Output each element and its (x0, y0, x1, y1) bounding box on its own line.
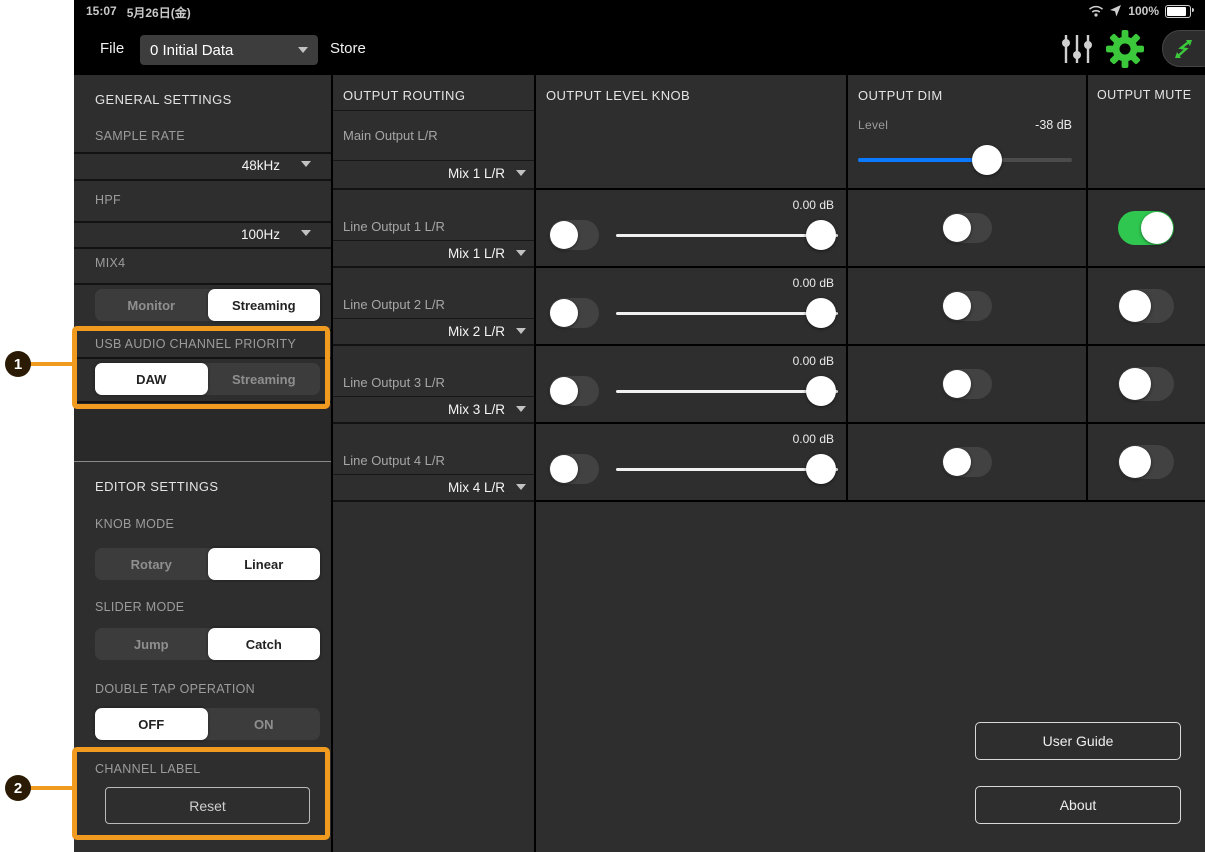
faders-icon[interactable] (1060, 33, 1094, 65)
route-label-main: Main Output L/R (343, 128, 438, 143)
output-routing-title: OUTPUT ROUTING (343, 88, 465, 103)
knob-mode-label: KNOB MODE (95, 517, 174, 531)
level-value-2: 0.00 dB (636, 276, 834, 290)
editor-settings-title: EDITOR SETTINGS (95, 479, 219, 494)
status-bar: 15:07 5月26日(金) 100% (74, 0, 1205, 22)
sidebar-section-gap (74, 402, 331, 461)
mix4-option-monitor[interactable]: Monitor (95, 289, 208, 321)
dim-level-value: -38 dB (858, 118, 1072, 132)
chevron-down-icon[interactable] (301, 230, 311, 236)
mute-toggle-3[interactable] (1118, 367, 1174, 401)
level-value-4: 0.00 dB (636, 432, 834, 446)
slider-mode-segmented: Jump Catch (95, 628, 320, 660)
dim-level-slider-fill (858, 158, 986, 162)
double-tap-option-on[interactable]: ON (208, 708, 321, 740)
route-label-line3: Line Output 3 L/R (343, 375, 445, 390)
output-level-title: OUTPUT LEVEL KNOB (546, 88, 690, 103)
level-knob-toggle-1[interactable] (549, 220, 599, 250)
dim-toggle-2[interactable] (942, 291, 992, 321)
chevron-down-icon[interactable] (516, 328, 526, 334)
annotation-box-channel-label (72, 747, 330, 840)
double-tap-segmented: OFF ON (95, 708, 320, 740)
mute-toggle-2[interactable] (1118, 289, 1174, 323)
annotation-marker-2: 2 (5, 775, 31, 801)
user-guide-button[interactable]: User Guide (975, 722, 1181, 760)
battery-icon (1165, 5, 1191, 18)
dim-toggle-3[interactable] (942, 369, 992, 399)
hpf-dropdown[interactable]: 100Hz (74, 227, 280, 242)
route-label-line4: Line Output 4 L/R (343, 453, 445, 468)
level-slider-thumb-4[interactable] (806, 454, 836, 484)
toolbar: File 0 Initial Data Store (74, 22, 1205, 75)
dim-level-slider-thumb[interactable] (972, 145, 1002, 175)
store-button[interactable]: Store (330, 22, 366, 75)
screenshot-root: 15:07 5月26日(金) 100% File 0 Initial Data … (0, 0, 1205, 852)
level-knob-toggle-2[interactable] (549, 298, 599, 328)
mix4-segmented: Monitor Streaming (95, 289, 320, 321)
section-divider (74, 461, 331, 462)
route-dropdown-line1[interactable]: Mix 1 L/R (343, 246, 505, 261)
level-value-3: 0.00 dB (636, 354, 834, 368)
knob-mode-option-rotary[interactable]: Rotary (95, 548, 208, 580)
route-label-line2: Line Output 2 L/R (343, 297, 445, 312)
chevron-down-icon[interactable] (516, 250, 526, 256)
level-value-1: 0.00 dB (636, 198, 834, 212)
dim-toggle-1[interactable] (942, 213, 992, 243)
annotation-line-1 (28, 362, 74, 366)
about-button[interactable]: About (975, 786, 1181, 824)
chevron-down-icon[interactable] (516, 406, 526, 412)
output-mute-title: OUTPUT MUTE (1097, 88, 1191, 102)
sample-rate-label: SAMPLE RATE (95, 129, 185, 143)
level-slider-thumb-3[interactable] (806, 376, 836, 406)
wifi-icon (1088, 5, 1104, 17)
slider-mode-label: SLIDER MODE (95, 600, 184, 614)
double-tap-label: DOUBLE TAP OPERATION (95, 682, 255, 696)
mix4-option-streaming[interactable]: Streaming (208, 289, 321, 321)
dim-toggle-4[interactable] (942, 447, 992, 477)
route-label-line1: Line Output 1 L/R (343, 219, 445, 234)
level-knob-toggle-3[interactable] (549, 376, 599, 406)
status-date: 5月26日(金) (127, 4, 191, 21)
battery-percent: 100% (1128, 4, 1159, 18)
route-dropdown-line4[interactable]: Mix 4 L/R (343, 480, 505, 495)
double-tap-option-off[interactable]: OFF (95, 708, 208, 740)
chevron-down-icon[interactable] (516, 484, 526, 490)
hpf-label: HPF (95, 193, 121, 207)
signal-route-icon (1173, 36, 1195, 62)
gear-icon[interactable] (1106, 30, 1144, 68)
chevron-down-icon[interactable] (301, 161, 311, 167)
dim-level-slider[interactable] (858, 158, 1072, 162)
status-time: 15:07 (86, 4, 117, 21)
level-slider-thumb-1[interactable] (806, 220, 836, 250)
mute-toggle-1[interactable] (1118, 211, 1174, 245)
annotation-line-2 (28, 786, 74, 790)
mix4-label: MIX4 (95, 256, 125, 270)
level-knob-toggle-4[interactable] (549, 454, 599, 484)
route-dropdown-line2[interactable]: Mix 2 L/R (343, 324, 505, 339)
preset-dropdown[interactable]: 0 Initial Data (140, 35, 318, 65)
knob-mode-segmented: Rotary Linear (95, 548, 320, 580)
knob-mode-option-linear[interactable]: Linear (208, 548, 321, 580)
location-arrow-icon (1110, 5, 1122, 17)
annotation-box-usb-priority (72, 326, 330, 409)
route-dropdown-main[interactable]: Mix 1 L/R (343, 166, 505, 181)
level-slider-thumb-2[interactable] (806, 298, 836, 328)
output-dim-title: OUTPUT DIM (858, 88, 943, 103)
connect-button[interactable] (1162, 30, 1205, 67)
chevron-down-icon[interactable] (516, 170, 526, 176)
sample-rate-dropdown[interactable]: 48kHz (74, 158, 280, 173)
preset-dropdown-value: 0 Initial Data (150, 42, 233, 59)
general-settings-title: GENERAL SETTINGS (95, 92, 232, 107)
annotation-marker-1: 1 (5, 351, 31, 377)
file-menu[interactable]: File (100, 22, 124, 75)
route-dropdown-line3[interactable]: Mix 3 L/R (343, 402, 505, 417)
slider-mode-option-catch[interactable]: Catch (208, 628, 321, 660)
chevron-down-icon (298, 47, 308, 53)
slider-mode-option-jump[interactable]: Jump (95, 628, 208, 660)
mute-toggle-4[interactable] (1118, 445, 1174, 479)
